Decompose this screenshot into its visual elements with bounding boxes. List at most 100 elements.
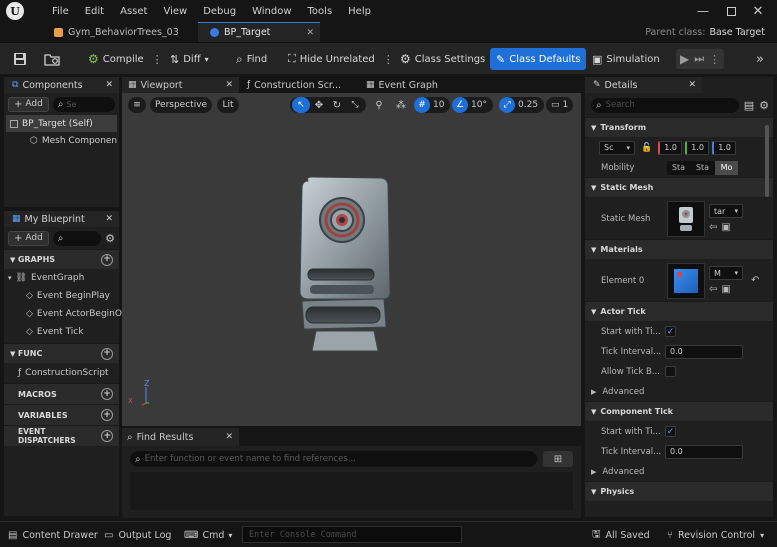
save-icon[interactable] bbox=[10, 49, 30, 69]
select-tool-icon[interactable]: ↖ bbox=[292, 97, 310, 113]
use-selected-icon[interactable]: ⇦ bbox=[709, 222, 717, 233]
class-defaults-button[interactable]: ✎ Class Defaults bbox=[490, 48, 587, 70]
step-icon[interactable]: ⏭ bbox=[694, 52, 704, 66]
static-mesh-dropdown[interactable]: tar ▾ bbox=[709, 204, 743, 218]
tab-event-graph[interactable]: ▦ Event Graph bbox=[362, 77, 479, 93]
menu-file[interactable]: File bbox=[44, 6, 77, 17]
lock-icon[interactable]: 🔓 bbox=[641, 143, 652, 153]
menu-asset[interactable]: Asset bbox=[112, 6, 155, 17]
find-results-search-input[interactable]: ⌕ Enter function or event name to find r… bbox=[130, 451, 537, 467]
add-component-button[interactable]: + Add bbox=[8, 96, 49, 112]
mobility-movable-option[interactable]: Mo bbox=[715, 160, 738, 175]
tab-construction-script[interactable]: ƒ Construction Scr... bbox=[243, 77, 360, 93]
doc-tab-bp-target[interactable]: BP_Target ✕ bbox=[198, 22, 320, 42]
func-section-header[interactable]: ▼ FUNC + bbox=[4, 343, 119, 363]
components-search-input[interactable]: ⌕ Se bbox=[52, 96, 115, 112]
tab-viewport[interactable]: ▦ Viewport ✕ bbox=[122, 77, 239, 93]
static-mesh-thumbnail[interactable] bbox=[667, 200, 705, 237]
binoculars-icon[interactable]: ⊞ bbox=[543, 451, 573, 467]
rotate-tool-icon[interactable]: ↻ bbox=[328, 97, 346, 113]
close-window-icon[interactable]: ✕ bbox=[749, 2, 767, 20]
scale-x-field[interactable]: 1.0 bbox=[658, 140, 683, 155]
menu-tools[interactable]: Tools bbox=[300, 6, 341, 17]
grid-snap-control[interactable]: # 10 bbox=[414, 97, 451, 113]
parent-class-value[interactable]: Base Target bbox=[709, 27, 765, 38]
scale-tool-icon[interactable]: ⤡ bbox=[346, 97, 364, 113]
menu-view[interactable]: View bbox=[155, 6, 195, 17]
gear-icon[interactable]: ⚙ bbox=[759, 99, 769, 112]
details-tab[interactable]: ✎ Details ✕ bbox=[585, 77, 702, 93]
camera-speed-control[interactable]: ▭ 1 bbox=[546, 97, 574, 113]
allow-tick-checkbox[interactable] bbox=[665, 366, 676, 377]
close-tab-icon[interactable]: ✕ bbox=[688, 80, 696, 90]
minimize-icon[interactable]: — bbox=[694, 2, 712, 20]
reset-icon[interactable]: ↶ bbox=[751, 275, 759, 286]
play-icon[interactable]: ▶ bbox=[680, 52, 689, 66]
find-results-tab[interactable]: ⌕ Find Results ✕ bbox=[122, 428, 239, 446]
output-log-button[interactable]: ▭ Output Log bbox=[104, 526, 171, 544]
use-selected-icon[interactable]: ⇦ bbox=[709, 284, 717, 295]
scale-mode-dropdown[interactable]: Sc ▾ bbox=[599, 140, 635, 155]
transform-section-header[interactable]: ▼ Transform bbox=[585, 117, 773, 137]
close-tab-icon[interactable]: ✕ bbox=[306, 28, 314, 38]
rotation-snap-control[interactable]: ∠ 10° bbox=[452, 97, 493, 113]
close-tab-icon[interactable]: ✕ bbox=[105, 80, 113, 90]
material-dropdown[interactable]: M ▾ bbox=[709, 266, 743, 280]
function-item-constructionscript[interactable]: ƒ ConstructionScript bbox=[4, 363, 119, 383]
surface-snap-icon[interactable]: ⁂ bbox=[392, 97, 410, 113]
close-tab-icon[interactable]: ✕ bbox=[105, 214, 113, 224]
lit-button[interactable]: Lit bbox=[217, 97, 239, 113]
actor-tick-interval-field[interactable]: 0.0 bbox=[665, 344, 743, 359]
find-button[interactable]: ⌕ Find bbox=[230, 47, 273, 71]
browse-asset-icon[interactable]: ▣ bbox=[721, 284, 730, 295]
expand-toolbar-icon[interactable]: » bbox=[752, 49, 768, 69]
physics-section-header[interactable]: ▼ Physics bbox=[585, 481, 773, 501]
viewport-menu-button[interactable]: ≡ bbox=[128, 97, 146, 113]
blueprint-search-input[interactable]: ⌕ bbox=[52, 230, 102, 246]
compile-options-icon[interactable]: ⋮ bbox=[152, 53, 163, 66]
add-blueprint-item-button[interactable]: + Add bbox=[8, 230, 49, 246]
event-item-beginplay[interactable]: ◇ Event BeginPlay bbox=[4, 287, 119, 305]
menu-window[interactable]: Window bbox=[244, 6, 299, 17]
actor-start-tick-checkbox[interactable]: ✓ bbox=[665, 326, 676, 337]
component-item-mesh[interactable]: ⬡ Mesh Componen bbox=[4, 132, 119, 149]
scale-y-field[interactable]: 1.0 bbox=[685, 140, 710, 155]
dispatchers-section-header[interactable]: EVENT DISPATCHERS + bbox=[4, 425, 119, 446]
variables-section-header[interactable]: VARIABLES + bbox=[4, 404, 119, 425]
event-item-actorbeginoverlap[interactable]: ◇ Event ActorBeginO bbox=[4, 305, 122, 323]
details-scrollbar[interactable] bbox=[765, 125, 769, 197]
cmd-dropdown[interactable]: ⌨ Cmd ▾ bbox=[184, 526, 232, 544]
play-options-icon[interactable]: ⋮ bbox=[709, 53, 720, 66]
world-local-icon[interactable]: ⚲ bbox=[370, 97, 388, 113]
graph-item-eventgraph[interactable]: ▾ ⛓ EventGraph bbox=[4, 269, 119, 287]
components-tab[interactable]: ⧉ Components ✕ bbox=[4, 77, 119, 93]
hide-unrelated-button[interactable]: ⛶ Hide Unrelated ⋮ bbox=[282, 47, 400, 71]
close-tab-icon[interactable]: ✕ bbox=[225, 80, 233, 90]
component-tick-section-header[interactable]: ▼ Component Tick bbox=[585, 401, 773, 421]
simulation-button[interactable]: ▣ Simulation bbox=[586, 47, 666, 71]
gear-icon[interactable]: ⚙ bbox=[105, 232, 115, 245]
static-mesh-section-header[interactable]: ▼ Static Mesh bbox=[585, 177, 773, 197]
revision-control-button[interactable]: ⑂ Revision Control ▾ bbox=[667, 526, 764, 544]
event-item-tick[interactable]: ◇ Event Tick bbox=[4, 323, 119, 341]
table-view-icon[interactable]: ▤ bbox=[744, 99, 754, 112]
browse-icon[interactable] bbox=[42, 49, 62, 69]
component-tick-interval-field[interactable]: 0.0 bbox=[665, 444, 743, 459]
mobility-stationary-option[interactable]: Sta bbox=[691, 161, 714, 175]
materials-section-header[interactable]: ▼ Materials bbox=[585, 239, 773, 259]
menu-debug[interactable]: Debug bbox=[195, 6, 244, 17]
scale-z-field[interactable]: 1.0 bbox=[712, 140, 737, 155]
all-saved-indicator[interactable]: 🖫 All Saved bbox=[592, 526, 650, 544]
doc-tab-level[interactable]: Gym_BehaviorTrees_03 bbox=[54, 22, 179, 42]
diff-button[interactable]: ⇅ Diff ▾ bbox=[164, 47, 215, 71]
actor-tick-advanced-row[interactable]: ▶ Advanced bbox=[585, 381, 773, 401]
details-search-input[interactable]: ⌕ Search bbox=[591, 97, 739, 113]
close-tab-icon[interactable]: ✕ bbox=[225, 432, 233, 442]
add-function-icon[interactable]: + bbox=[101, 347, 113, 360]
component-tick-advanced-row[interactable]: ▶ Advanced bbox=[585, 461, 773, 481]
graphs-section-header[interactable]: ▼ GRAPHS + bbox=[4, 249, 119, 269]
my-blueprint-tab[interactable]: ▦ My Blueprint ✕ bbox=[4, 211, 119, 227]
component-start-tick-checkbox[interactable]: ✓ bbox=[665, 426, 676, 437]
material-thumbnail[interactable] bbox=[667, 262, 705, 299]
compile-button[interactable]: ⚙ Compile ⋮ bbox=[82, 47, 169, 71]
